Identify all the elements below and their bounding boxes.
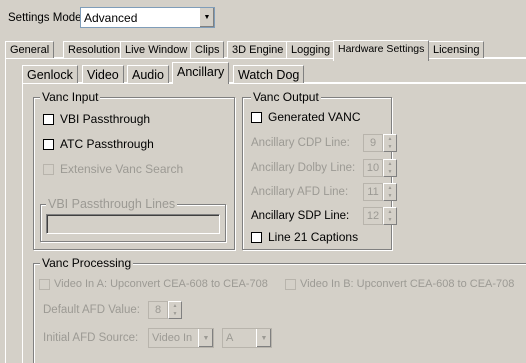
afd-source-select[interactable]: Video In ▼ [148, 328, 214, 348]
atc-passthrough-checkbox[interactable]: ATC Passthrough [43, 137, 154, 151]
tab-3d-engine[interactable]: 3D Engine [227, 41, 289, 59]
tab-genlock[interactable]: Genlock [22, 65, 78, 83]
dolby-line-spin-icon[interactable]: ▲ ▼ [383, 159, 397, 177]
checkbox-box[interactable] [43, 163, 54, 175]
tab-video[interactable]: Video [82, 65, 124, 83]
upconvert-b-checkbox[interactable]: Video In B: Upconvert CEA-608 to CEA-708 [285, 278, 514, 290]
checkbox-box[interactable] [251, 111, 262, 123]
default-afd-value[interactable]: 8 [148, 301, 168, 319]
checkbox-box[interactable] [43, 113, 54, 125]
atc-passthrough-label: ATC Passthrough [60, 137, 154, 151]
tab-hardware-settings[interactable]: Hardware Settings [333, 40, 430, 61]
dolby-line-value[interactable]: 10 [363, 159, 383, 177]
upconvert-b-label: Video In B: Upconvert CEA-608 to CEA-708 [300, 278, 515, 290]
chevron-down-icon[interactable]: ▼ [256, 329, 271, 347]
checkbox-box[interactable] [39, 278, 50, 290]
afd-line-label: Ancillary AFD Line: [251, 186, 349, 198]
tab-clips[interactable]: Clips [190, 41, 225, 59]
afd-line-value[interactable]: 11 [363, 183, 383, 201]
vanc-output-title: Vanc Output [251, 90, 321, 104]
sdp-line-value[interactable]: 12 [363, 207, 383, 225]
line21-captions-label: Line 21 Captions [268, 230, 359, 244]
settings-mode-select[interactable]: Advanced ▼ [80, 7, 215, 28]
vbi-passthrough-checkbox[interactable]: VBI Passthrough [43, 112, 150, 126]
chevron-down-icon[interactable]: ▼ [199, 8, 214, 27]
generated-vanc-label: Generated VANC [268, 110, 361, 124]
tab-licensing[interactable]: Licensing [428, 41, 485, 59]
tab-live-window[interactable]: Live Window [120, 41, 193, 59]
generated-vanc-checkbox[interactable]: Generated VANC [251, 110, 361, 124]
cdp-line-spin-icon[interactable]: ▲ ▼ [383, 134, 397, 152]
upconvert-a-label: Video In A: Upconvert CEA-608 to CEA-708 [54, 278, 268, 290]
default-afd-label: Default AFD Value: [43, 304, 140, 316]
vbi-lines-input[interactable] [46, 214, 220, 234]
initial-afd-source-label: Initial AFD Source: [43, 332, 139, 344]
default-afd-spin-icon[interactable]: ▲ ▼ [168, 301, 182, 319]
chevron-down-icon[interactable]: ▼ [198, 329, 213, 347]
tab-audio[interactable]: Audio [127, 65, 169, 83]
checkbox-box[interactable] [285, 278, 296, 290]
dolby-line-label: Ancillary Dolby Line: [251, 162, 356, 174]
vanc-processing-title: Vanc Processing [40, 256, 134, 270]
upconvert-a-checkbox[interactable]: Video In A: Upconvert CEA-608 to CEA-708 [39, 278, 268, 290]
checkbox-box[interactable] [43, 138, 54, 150]
sdp-line-spin-icon[interactable]: ▲ ▼ [383, 207, 397, 225]
cdp-line-value[interactable]: 9 [363, 134, 383, 152]
tab-resolution[interactable]: Resolution [63, 41, 125, 59]
checkbox-box[interactable] [251, 231, 262, 243]
afd-source-value: Video In [152, 332, 193, 344]
afd-line-spin-icon[interactable]: ▲ ▼ [383, 183, 397, 201]
extensive-vanc-search-label: Extensive Vanc Search [60, 162, 184, 176]
afd-channel-value: A [226, 332, 234, 344]
sdp-line-label: Ancillary SDP Line: [251, 210, 350, 222]
settings-mode-label: Settings Mode: [8, 12, 85, 24]
afd-channel-select[interactable]: A ▼ [222, 328, 272, 348]
vbi-passthrough-label: VBI Passthrough [60, 112, 151, 126]
line21-captions-checkbox[interactable]: Line 21 Captions [251, 230, 358, 244]
vbi-lines-title: VBI Passthrough Lines [46, 197, 178, 211]
tab-ancillary[interactable]: Ancillary [172, 62, 230, 84]
tab-watch-dog[interactable]: Watch Dog [233, 65, 305, 83]
vanc-input-title: Vanc Input [40, 90, 101, 104]
settings-mode-value: Advanced [84, 10, 138, 25]
extensive-vanc-search-checkbox[interactable]: Extensive Vanc Search [43, 162, 183, 176]
tab-logging[interactable]: Logging [286, 41, 336, 59]
tab-general[interactable]: General [5, 41, 55, 59]
cdp-line-label: Ancillary CDP Line: [251, 137, 350, 149]
